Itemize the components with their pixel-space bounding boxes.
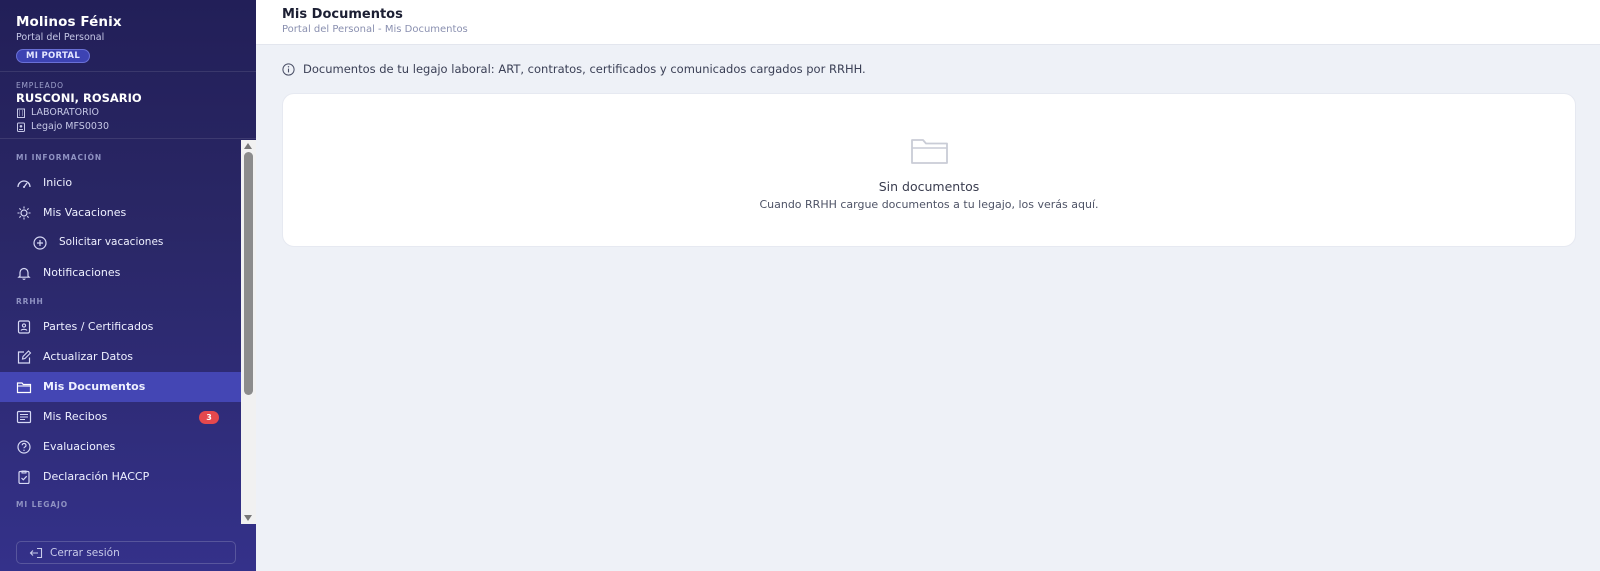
sidebar-item-actualizar-datos[interactable]: Actualizar Datos [0, 342, 241, 372]
page-title: Mis Documentos [282, 7, 403, 22]
employee-legajo: Legajo MFS0030 [16, 120, 142, 133]
sidebar-item-partes-certificados[interactable]: Partes / Certificados [0, 312, 241, 342]
breadcrumb: Portal del Personal - Mis Documentos [282, 24, 468, 35]
scroll-up-arrow-icon[interactable] [244, 143, 252, 149]
sidebar-item-declaracion-haccp[interactable]: Declaración HACCP [0, 462, 241, 492]
documents-empty-card: Sin documentos Cuando RRHH cargue docume… [282, 93, 1576, 247]
folder-open-icon [911, 139, 948, 164]
employee-department: LABORATORIO [16, 106, 142, 119]
sun-icon [17, 206, 31, 220]
receipt-icon [16, 410, 32, 424]
employee-caption: EMPLEADO [16, 81, 64, 90]
section-title-mi-informacion: MI INFORMACIÓN [16, 153, 103, 162]
recibos-count-badge: 3 [199, 411, 219, 424]
sidebar-divider [0, 71, 256, 72]
info-icon [282, 62, 295, 76]
sidebar-item-label: Mis Documentos [43, 380, 146, 393]
employee-legajo-label: Legajo MFS0030 [31, 121, 109, 132]
building-icon [17, 108, 25, 118]
section-title-mi-legajo: MI LEGAJO [16, 500, 68, 509]
folder-icon [16, 382, 32, 394]
scroll-down-arrow-icon[interactable] [244, 515, 252, 521]
brand: Molinos Fénix Portal del Personal MI POR… [16, 14, 122, 63]
sidebar-item-label: Partes / Certificados [43, 320, 154, 333]
gauge-icon [17, 180, 31, 188]
sidebar-item-notificaciones[interactable]: Notificaciones [0, 258, 241, 288]
sidebar-divider [0, 138, 256, 139]
section-title-rrhh: RRHH [16, 297, 44, 306]
bell-icon [17, 267, 31, 280]
sidebar: Molinos Fénix Portal del Personal MI POR… [0, 0, 256, 571]
sidebar-item-inicio[interactable]: Inicio [0, 168, 241, 198]
sidebar-item-label: Inicio [43, 176, 73, 189]
sidebar-item-label: Solicitar vacaciones [59, 236, 164, 248]
clipboard-check-icon [18, 470, 30, 484]
sidebar-item-label: Declaración HACCP [43, 470, 150, 483]
sidebar-scrollbar[interactable] [241, 140, 256, 524]
brand-subtitle: Portal del Personal [16, 32, 105, 43]
sidebar-item-label: Mis Vacaciones [43, 206, 127, 219]
badge-icon [17, 122, 25, 132]
empty-state-subtitle: Cuando RRHH cargue documentos a tu legaj… [759, 198, 1099, 211]
sidebar-nav: MI INFORMACIÓN Inicio Mis Vacaciones Sol… [0, 140, 241, 524]
employee-name: RUSCONI, ROSARIO [16, 91, 142, 105]
sidebar-item-mis-recibos[interactable]: Mis Recibos 3 [0, 402, 241, 432]
sidebar-item-label: Evaluaciones [43, 440, 116, 453]
sidebar-item-mis-vacaciones[interactable]: Mis Vacaciones [0, 198, 241, 228]
logout-label: Cerrar sesión [50, 546, 120, 559]
sidebar-item-solicitar-vacaciones[interactable]: Solicitar vacaciones [0, 228, 241, 258]
sidebar-item-evaluaciones[interactable]: Evaluaciones [0, 432, 241, 462]
empty-state-title: Sin documentos [878, 179, 980, 194]
scrollbar-thumb[interactable] [244, 152, 253, 395]
sidebar-item-mis-documentos[interactable]: Mis Documentos [0, 372, 241, 402]
page-header: Mis Documentos Portal del Personal - Mis… [256, 0, 1600, 45]
sidebar-item-label: Mis Recibos [43, 410, 108, 423]
employee-department-label: LABORATORIO [31, 107, 99, 118]
employee-card: EMPLEADO RUSCONI, ROSARIO LABORATORIO Le… [16, 81, 142, 133]
sidebar-item-label: Actualizar Datos [43, 350, 134, 363]
plus-circle-icon [33, 236, 47, 250]
portal-badge: MI PORTAL [16, 49, 91, 63]
info-notice: Documentos de tu legajo laboral: ART, co… [282, 62, 866, 76]
edit-icon [17, 350, 32, 364]
info-text: Documentos de tu legajo laboral: ART, co… [303, 62, 866, 76]
logout-button[interactable]: Cerrar sesión [16, 541, 236, 564]
sidebar-item-label: Notificaciones [43, 266, 121, 279]
logout-icon [29, 547, 43, 558]
id-card-icon [17, 320, 31, 334]
question-circle-icon [17, 440, 31, 454]
brand-name: Molinos Fénix [16, 14, 122, 30]
